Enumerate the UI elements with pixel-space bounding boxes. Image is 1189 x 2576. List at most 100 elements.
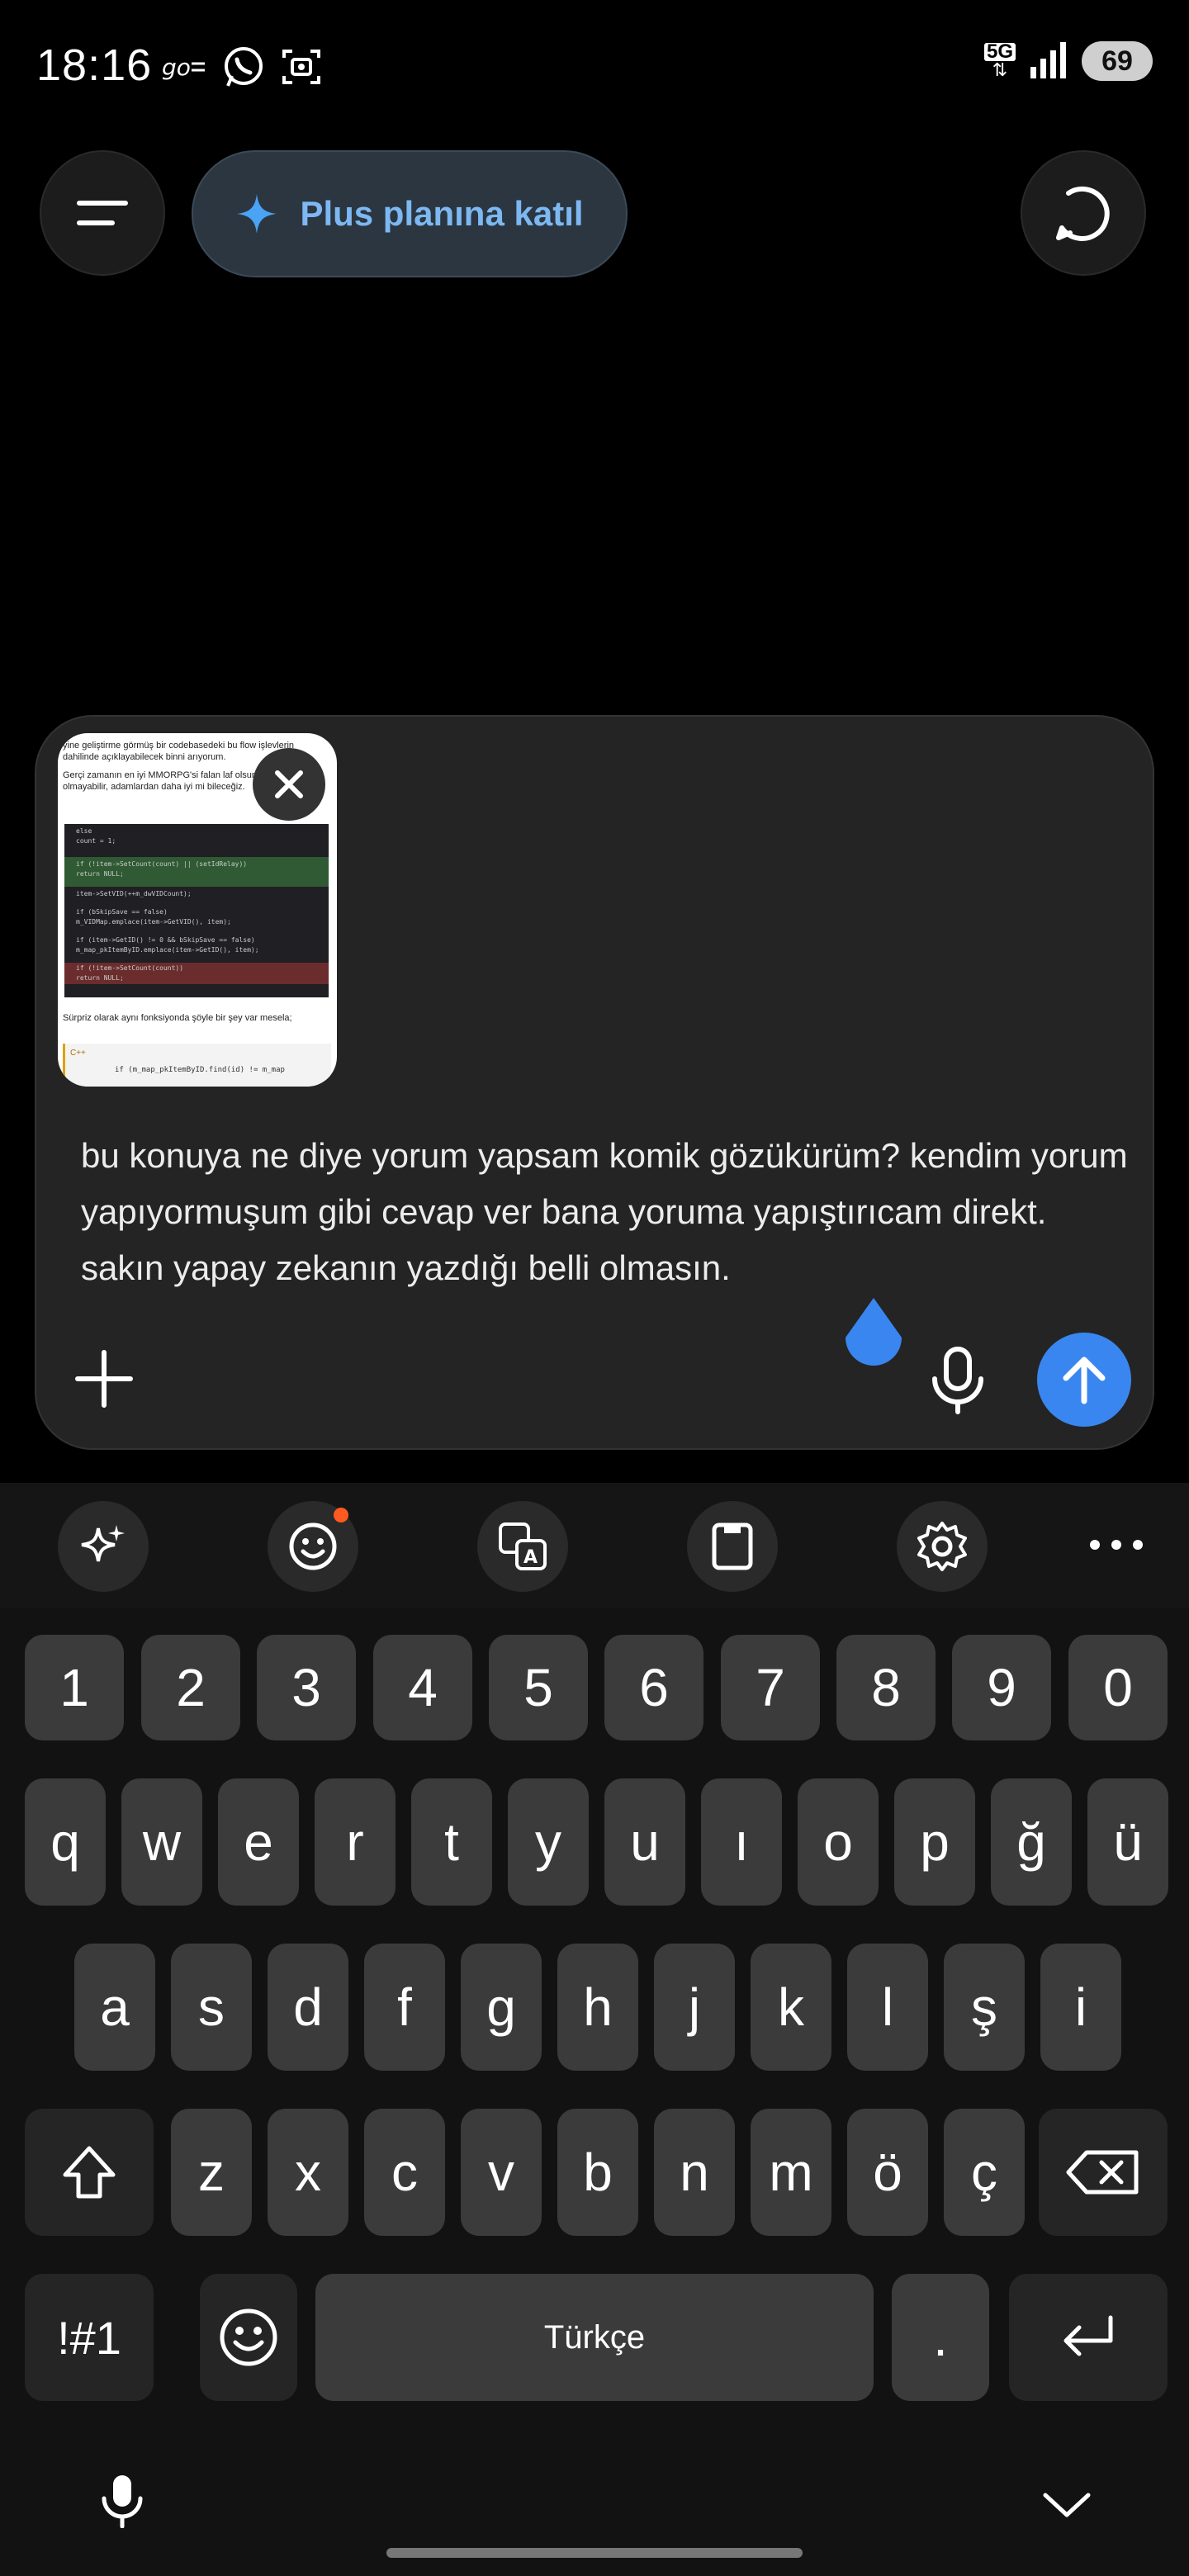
menu-button[interactable] [40, 150, 165, 276]
key-9[interactable]: 9 [952, 1635, 1051, 1740]
key-v[interactable]: v [461, 2109, 542, 2236]
menu-icon [77, 201, 128, 225]
status-icons-right: 5G ⇅ 69 [983, 41, 1153, 81]
close-icon [275, 770, 303, 798]
key-8[interactable]: 8 [836, 1635, 936, 1740]
remove-attachment-button[interactable] [253, 748, 325, 821]
code-line: m_VIDMap.emplace(item->GetVID(), item); [76, 918, 231, 926]
shift-icon [63, 2146, 116, 2199]
key-e[interactable]: e [218, 1778, 299, 1906]
key-d[interactable]: d [268, 1944, 348, 2071]
key-2[interactable]: 2 [141, 1635, 240, 1740]
whatsapp-icon [225, 47, 263, 87]
space-key[interactable]: Türkçe [315, 2274, 874, 2401]
key-h[interactable]: h [557, 1944, 638, 2071]
translate-icon: A [499, 1522, 547, 1570]
text-cursor-handle[interactable] [841, 1295, 907, 1376]
more-options-button[interactable] [1087, 1532, 1146, 1561]
keyboard-toolbar [0, 1483, 1189, 1608]
code-line: count = 1; [76, 837, 116, 845]
new-chat-icon [1056, 186, 1110, 241]
keyboard-voice-button[interactable] [99, 2474, 145, 2532]
key-s-cedilla[interactable]: ş [944, 1944, 1025, 2071]
arrow-up-icon [1063, 1357, 1106, 1404]
period-key[interactable]: . [892, 2274, 989, 2401]
key-g-breve[interactable]: ğ [991, 1778, 1072, 1906]
key-y[interactable]: y [508, 1778, 589, 1906]
enter-key[interactable] [1009, 2274, 1168, 2401]
ai-tools-button[interactable] [58, 1501, 149, 1592]
enter-icon [1063, 2315, 1113, 2356]
voice-input-button[interactable] [928, 1346, 988, 1419]
key-3[interactable]: 3 [257, 1635, 356, 1740]
clipboard-button[interactable] [687, 1501, 778, 1592]
key-i[interactable]: i [1040, 1944, 1121, 2071]
symbols-key[interactable]: !#1 [25, 2274, 154, 2401]
key-w[interactable]: w [121, 1778, 202, 1906]
shift-key[interactable] [25, 2109, 154, 2236]
plus-plan-button[interactable]: Plus planına katıl [192, 150, 628, 277]
sparkle-icon [81, 1525, 125, 1562]
emoji-key[interactable] [200, 2274, 297, 2401]
key-z[interactable]: z [171, 2109, 252, 2236]
key-5[interactable]: 5 [489, 1635, 588, 1740]
key-4[interactable]: 4 [373, 1635, 472, 1740]
key-q[interactable]: q [25, 1778, 106, 1906]
key-o[interactable]: o [798, 1778, 879, 1906]
key-6[interactable]: 6 [604, 1635, 703, 1740]
code-line: return NULL; [76, 870, 124, 878]
key-t[interactable]: t [411, 1778, 492, 1906]
add-attachment-button[interactable] [73, 1347, 135, 1414]
key-n[interactable]: n [654, 2109, 735, 2236]
translate-button[interactable]: A [477, 1501, 568, 1592]
code-line: return NULL; [76, 974, 124, 982]
key-o-umlaut[interactable]: ö [847, 2109, 928, 2236]
code-line: if (m_map_pkItemByID.find(id) != m_map [115, 1066, 285, 1074]
keyboard-settings-button[interactable] [897, 1501, 988, 1592]
key-dotless-i[interactable]: ı [701, 1778, 782, 1906]
key-0[interactable]: 0 [1068, 1635, 1168, 1740]
hide-keyboard-button[interactable] [1042, 2490, 1092, 2524]
key-r[interactable]: r [315, 1778, 396, 1906]
goo-icon: go [162, 54, 205, 81]
backspace-key[interactable] [1039, 2109, 1168, 2236]
svg-text:A: A [523, 1547, 538, 1568]
plus-icon [75, 1350, 133, 1408]
key-l[interactable]: l [847, 1944, 928, 2071]
new-chat-button[interactable] [1021, 150, 1146, 276]
emoji-toolbar-button[interactable] [268, 1501, 358, 1592]
more-icon [1090, 1540, 1143, 1550]
key-c[interactable]: c [364, 2109, 445, 2236]
microphone-icon [932, 1347, 983, 1414]
key-x[interactable]: x [268, 2109, 348, 2236]
key-p[interactable]: p [894, 1778, 975, 1906]
key-u[interactable]: u [604, 1778, 685, 1906]
key-u-umlaut[interactable]: ü [1087, 1778, 1168, 1906]
microphone-icon [102, 2475, 143, 2529]
gear-icon [917, 1522, 967, 1571]
key-7[interactable]: 7 [721, 1635, 820, 1740]
key-k[interactable]: k [751, 1944, 831, 2071]
notification-dot [334, 1508, 348, 1522]
key-1[interactable]: 1 [25, 1635, 124, 1740]
code-lang-label: C++ [70, 1049, 86, 1058]
backspace-icon [1066, 2150, 1139, 2195]
network-5g-icon: 5G ⇅ [983, 42, 1016, 79]
home-indicator[interactable] [386, 2548, 803, 2558]
key-g[interactable]: g [461, 1944, 542, 2071]
key-s[interactable]: s [171, 1944, 252, 2071]
emoji-icon [289, 1522, 337, 1570]
key-f[interactable]: f [364, 1944, 445, 2071]
key-a[interactable]: a [74, 1944, 155, 2071]
key-m[interactable]: m [751, 2109, 831, 2236]
code-line: item->SetVID(++m_dwVIDCount); [76, 890, 192, 897]
send-button[interactable] [1037, 1333, 1131, 1427]
code-block: else count = 1; if (!item->SetCount(coun… [64, 824, 329, 997]
key-b[interactable]: b [557, 2109, 638, 2236]
message-input[interactable]: bu konuya ne diye yorum yapsam komik göz… [81, 1128, 1130, 1296]
key-j[interactable]: j [654, 1944, 735, 2071]
key-c-cedilla[interactable]: ç [944, 2109, 1025, 2236]
thumb-text-line: Sürpriz olarak aynı fonksiyonda şöyle bi… [63, 1013, 292, 1023]
plus-plan-label: Plus planına katıl [300, 194, 584, 233]
emoji-icon [220, 2308, 277, 2366]
